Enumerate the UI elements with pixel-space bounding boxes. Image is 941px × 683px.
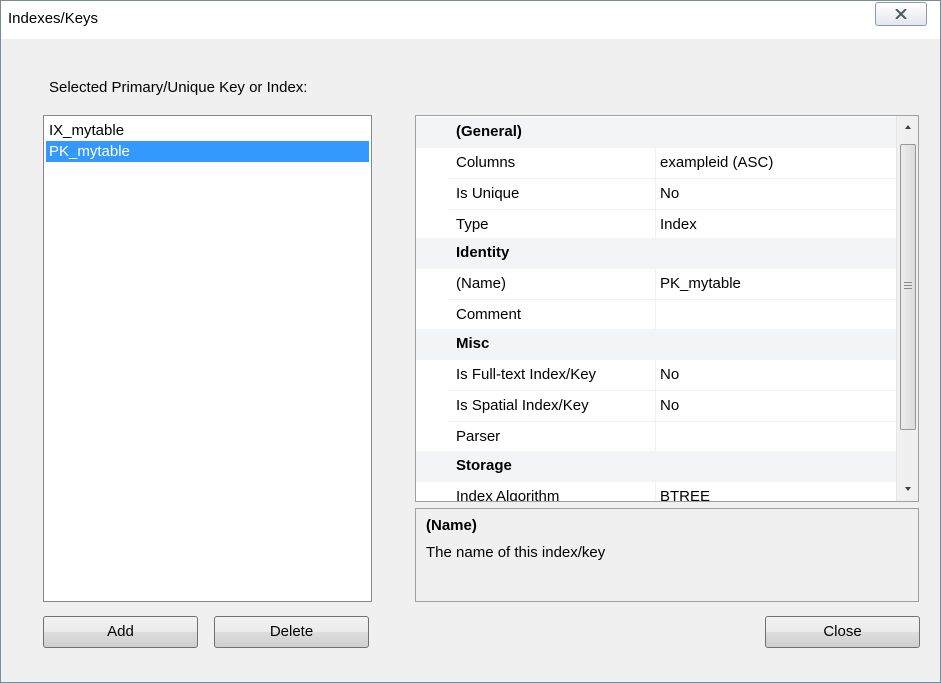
description-panel: (Name) The name of this index/key xyxy=(415,508,919,602)
property-name: Is Unique xyxy=(456,185,520,202)
close-button[interactable]: Close xyxy=(765,616,920,648)
scrollbar-thumb[interactable] xyxy=(900,144,916,430)
add-button[interactable]: Add xyxy=(43,616,198,648)
column-divider xyxy=(655,300,656,331)
column-divider xyxy=(655,179,656,210)
property-grid[interactable]: (General) Columns exampleid (ASC) Is Uni… xyxy=(415,115,919,502)
property-name: Is Spatial Index/Key xyxy=(456,397,589,414)
category-name: Misc xyxy=(456,335,490,352)
grip-line xyxy=(904,282,912,283)
title-bar: Indexes/Keys xyxy=(1,1,940,39)
property-row[interactable]: (Name) PK_mytable xyxy=(416,269,896,300)
property-value[interactable]: No xyxy=(660,366,679,383)
description-title: (Name) xyxy=(426,517,477,534)
category-name: Storage xyxy=(456,457,512,474)
column-divider xyxy=(655,148,656,179)
column-divider xyxy=(655,391,656,422)
property-row[interactable]: Columns exampleid (ASC) xyxy=(416,148,896,179)
scroll-down-arrow-icon[interactable] xyxy=(902,484,914,494)
column-divider xyxy=(655,269,656,300)
category-name: (General) xyxy=(456,123,522,140)
category-misc[interactable]: Misc xyxy=(416,329,896,360)
property-row[interactable]: Is Unique No xyxy=(416,179,896,210)
indexes-keys-dialog: Indexes/Keys Selected Primary/Unique Key… xyxy=(0,0,941,683)
key-list-item[interactable]: IX_mytable xyxy=(46,120,369,141)
property-row[interactable]: Is Spatial Index/Key No xyxy=(416,391,896,422)
property-value[interactable]: exampleid (ASC) xyxy=(660,154,773,171)
category-identity[interactable]: Identity xyxy=(416,238,896,269)
close-icon xyxy=(895,9,907,19)
grip-line xyxy=(904,288,912,289)
property-value[interactable]: BTREE xyxy=(660,488,710,501)
property-name: Is Full-text Index/Key xyxy=(456,366,597,383)
scroll-up-arrow-icon[interactable] xyxy=(902,122,914,132)
window-close-button[interactable] xyxy=(875,2,927,26)
property-row[interactable]: Parser xyxy=(416,422,896,453)
key-list-item[interactable]: PK_mytable xyxy=(46,141,369,162)
property-value[interactable]: No xyxy=(660,185,679,202)
property-row[interactable]: Comment xyxy=(416,300,896,331)
column-divider xyxy=(655,360,656,391)
property-name: Columns xyxy=(456,154,516,171)
property-value[interactable]: No xyxy=(660,397,679,414)
grip-line xyxy=(904,285,912,286)
selected-key-label: Selected Primary/Unique Key or Index: xyxy=(49,79,308,96)
property-name: Comment xyxy=(456,306,522,323)
property-name: Type xyxy=(456,216,489,233)
description-text: The name of this index/key xyxy=(426,544,606,561)
delete-button[interactable]: Delete xyxy=(214,616,369,648)
category-name: Identity xyxy=(456,244,510,261)
column-divider xyxy=(655,482,656,501)
column-divider xyxy=(655,422,656,453)
property-name: Parser xyxy=(456,428,501,445)
vertical-scrollbar[interactable] xyxy=(896,116,918,501)
key-list[interactable]: IX_mytable PK_mytable xyxy=(43,115,372,602)
property-value[interactable]: PK_mytable xyxy=(660,275,741,292)
property-name: (Name) xyxy=(456,275,507,292)
category-general[interactable]: (General) xyxy=(416,117,896,148)
window-title: Indexes/Keys xyxy=(8,10,99,27)
property-row[interactable]: Index Algorithm BTREE xyxy=(416,482,896,502)
property-row[interactable]: Is Full-text Index/Key No xyxy=(416,360,896,391)
property-name: Index Algorithm xyxy=(456,488,560,502)
property-row[interactable]: Type Index xyxy=(416,210,896,241)
category-storage[interactable]: Storage xyxy=(416,451,896,482)
column-divider xyxy=(655,210,656,241)
property-value[interactable]: Index xyxy=(660,216,697,233)
